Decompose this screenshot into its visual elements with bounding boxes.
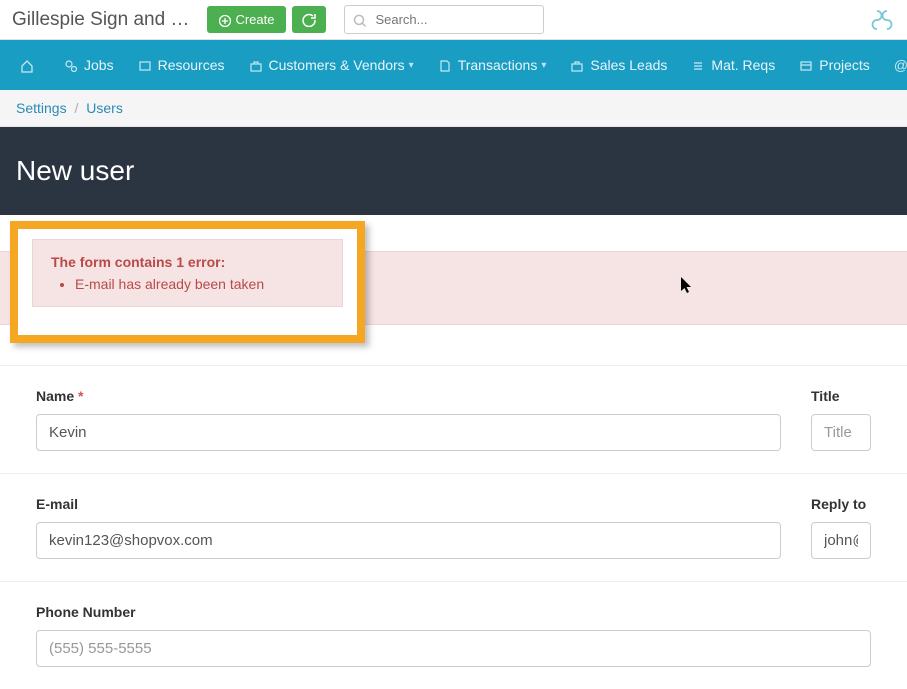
- title-field[interactable]: [811, 414, 871, 451]
- search-input[interactable]: [344, 5, 544, 34]
- email-field[interactable]: [36, 522, 781, 559]
- nav-customers-vendors[interactable]: Customers & Vendors ▾: [237, 40, 426, 90]
- create-button[interactable]: Create: [207, 6, 286, 33]
- nav-label: Projects: [819, 57, 870, 73]
- email-label: E-mail: [36, 496, 781, 512]
- nav-label: Transactions: [458, 57, 538, 73]
- title-label: Title: [811, 388, 871, 404]
- project-icon: [799, 57, 813, 73]
- refresh-button[interactable]: [292, 6, 326, 34]
- nav-label: Mat. Reqs: [711, 57, 775, 73]
- chevron-down-icon: ▾: [541, 60, 546, 71]
- nav-label: Resources: [158, 57, 225, 73]
- gears-icon: [64, 57, 78, 73]
- page-header: New user: [0, 127, 907, 215]
- plus-icon: [219, 12, 231, 27]
- top-bar: Gillespie Sign and … Create: [0, 0, 907, 40]
- nav-transactions[interactable]: Transactions ▾: [426, 40, 559, 90]
- alert-heading: The form contains 1 error:: [51, 254, 225, 270]
- chevron-down-icon: ▾: [409, 60, 414, 71]
- create-button-label: Create: [235, 12, 274, 27]
- search-wrap: [344, 5, 544, 34]
- nav-jobs[interactable]: Jobs: [52, 40, 126, 90]
- search-icon: [353, 11, 367, 27]
- nav-label: Sales Leads: [590, 57, 667, 73]
- refresh-icon: [302, 12, 316, 28]
- phone-field[interactable]: [36, 630, 871, 667]
- error-alert: The form contains 1 error: E-mail has al…: [32, 239, 343, 307]
- main-nav: Jobs Resources Customers & Vendors ▾ Tra…: [0, 40, 907, 90]
- list-icon: [691, 57, 705, 73]
- breadcrumb: Settings / Users: [0, 90, 907, 127]
- form-row-name: Name * Title: [0, 365, 907, 473]
- resources-icon: [138, 57, 152, 73]
- nav-resources[interactable]: Resources: [126, 40, 237, 90]
- nav-mail[interactable]: @ Mai: [882, 40, 907, 90]
- nav-label: Jobs: [84, 57, 114, 73]
- nav-home[interactable]: [8, 40, 52, 90]
- nav-projects[interactable]: Projects: [787, 40, 882, 90]
- name-field[interactable]: [36, 414, 781, 451]
- name-label: Name *: [36, 388, 781, 404]
- app-logo-icon: [869, 7, 895, 33]
- required-asterisk: *: [78, 388, 83, 404]
- file-icon: [438, 57, 452, 73]
- highlight-annotation: The form contains 1 error: E-mail has al…: [10, 221, 365, 343]
- at-icon: @: [894, 57, 907, 73]
- nav-sales-leads[interactable]: Sales Leads: [558, 40, 679, 90]
- breadcrumb-separator: /: [74, 100, 78, 116]
- brand-name: Gillespie Sign and …: [12, 9, 189, 31]
- nav-mat-reqs[interactable]: Mat. Reqs: [679, 40, 787, 90]
- breadcrumb-settings[interactable]: Settings: [16, 100, 67, 116]
- briefcase-icon: [570, 57, 584, 73]
- nav-label: Customers & Vendors: [269, 57, 405, 73]
- home-icon: [20, 57, 34, 73]
- replyto-field[interactable]: [811, 522, 871, 559]
- breadcrumb-users[interactable]: Users: [86, 100, 123, 116]
- alert-item: E-mail has already been taken: [75, 276, 324, 292]
- briefcase-icon: [249, 57, 263, 73]
- page-title: New user: [16, 155, 891, 187]
- form-row-email: E-mail Reply to: [0, 473, 907, 581]
- replyto-label: Reply to: [811, 496, 871, 512]
- phone-label: Phone Number: [36, 604, 871, 620]
- form-row-phone: Phone Number: [0, 581, 907, 689]
- cursor-icon: [680, 276, 694, 294]
